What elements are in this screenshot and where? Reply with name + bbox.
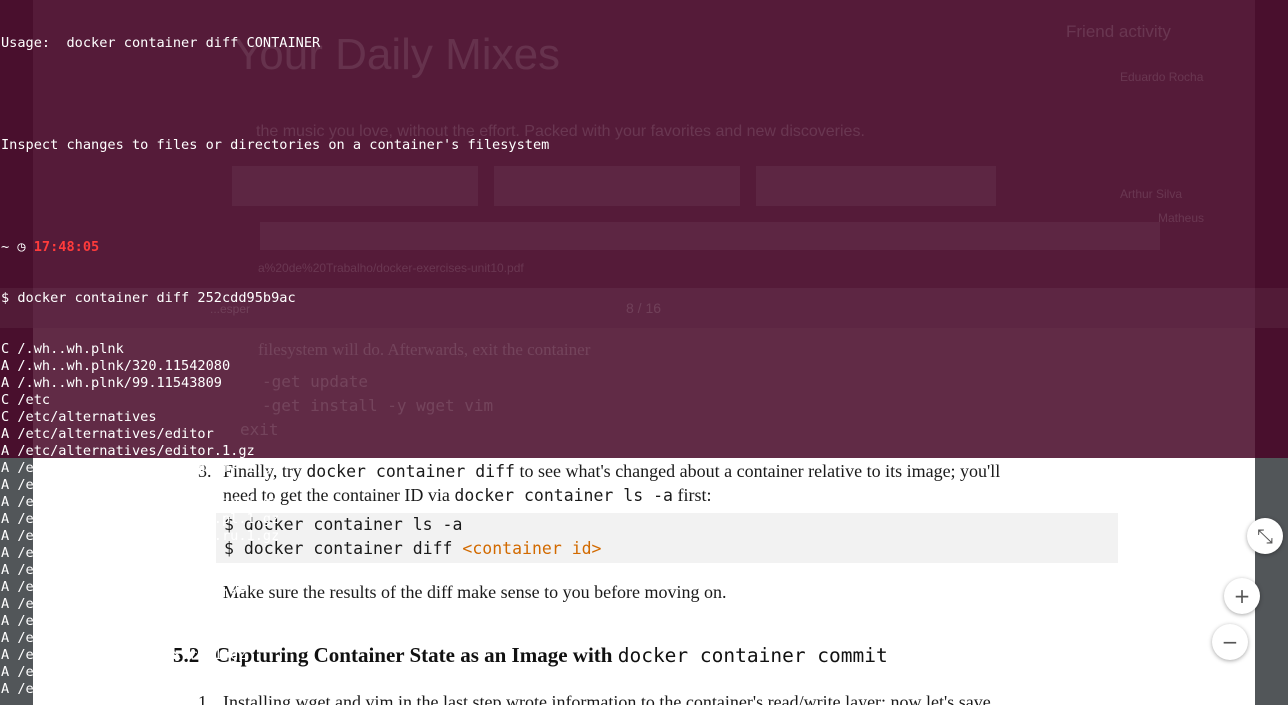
friend-name: Arthur Silva <box>1120 187 1183 201</box>
description-line: Inspect changes to files or directories … <box>1 137 550 153</box>
diff-output-line: A /etc/alternatives/editor.it.1.gz <box>1 477 280 493</box>
diff-output-line: A /etc/alternatives/ex.fr.1.gz <box>1 579 247 595</box>
friend-name: Eduardo Rocha <box>1120 70 1204 84</box>
diff-output-line: A /etc/alternatives/ex.pl.1.gz <box>1 630 247 646</box>
text: first: <box>677 485 712 505</box>
diff-output-line: A /etc/alternatives/editor.1.gz <box>1 443 255 459</box>
friend-activity-title: Friend activity <box>1066 22 1171 41</box>
diff-output-line: A /etc/alternatives/editor.pl.1.gz <box>1 511 280 527</box>
fit-icon: ⤡ <box>1257 524 1273 548</box>
terminal-window[interactable]: Your Daily Mixes the music you love, wit… <box>0 0 1288 697</box>
diff-output-line: A /etc/alternatives/editor.ru.1.gz <box>1 528 280 544</box>
minus-icon: − <box>1221 630 1239 654</box>
diff-output-line: C /etc <box>1 392 51 408</box>
window-user: Matheus <box>1158 211 1205 225</box>
mix-card <box>756 166 996 206</box>
diff-output-line: A /etc/alternatives/editor.fr.1.gz <box>1 460 280 476</box>
diff-output-line: A /etc/alternatives/ex.1.gz <box>1 562 222 578</box>
plus-icon: + <box>1233 584 1251 608</box>
diff-output-line: A /etc/alternatives/ex.it.1.gz <box>1 596 247 612</box>
diff-output-line: C /etc/alternatives <box>1 409 157 425</box>
diff-output-line: A /etc/alternatives/ex <box>1 545 182 561</box>
fit-page-button[interactable]: ⤡ <box>1247 518 1283 554</box>
zoom-in-button[interactable]: + <box>1224 578 1260 614</box>
text: to see what's changed about a container … <box>519 461 1001 481</box>
terminal-output: Usage: docker container diff CONTAINER I… <box>1 1 549 698</box>
prompt-time: 17:48:05 <box>33 239 100 255</box>
diff-output-line: A /etc/alternatives/ex.ja.1.gz <box>1 613 247 629</box>
command-line: $ docker container diff 252cdd95b9ac <box>1 290 296 306</box>
diff-output-line: A /etc/alternatives/rview <box>1 664 206 680</box>
diff-output-line: A /etc/alternatives/ex.ru.1.gz <box>1 647 247 663</box>
zoom-out-button[interactable]: − <box>1212 624 1248 660</box>
usage-line: Usage: docker container diff CONTAINER <box>1 35 321 51</box>
diff-output-line: A /etc/alternatives/editor.ja.1.gz <box>1 494 280 510</box>
diff-output-line: A /.wh..wh.plnk/99.11543809 <box>1 375 222 391</box>
diff-output-line: C /.wh..wh.plnk <box>1 341 124 357</box>
clock-icon: ~ ◷ <box>1 239 34 255</box>
section-title-code: docker container commit <box>617 644 888 667</box>
diff-output-line: A /etc/alternatives/editor <box>1 426 214 442</box>
diff-output-line: A /.wh..wh.plnk/320.11542080 <box>1 358 231 374</box>
diff-output-line: A /etc/alternatives/rvim <box>1 681 198 697</box>
page-indicator: 8 / 16 <box>626 300 662 316</box>
prompt-line: ~ ◷ 17:48:05 <box>1 239 549 256</box>
